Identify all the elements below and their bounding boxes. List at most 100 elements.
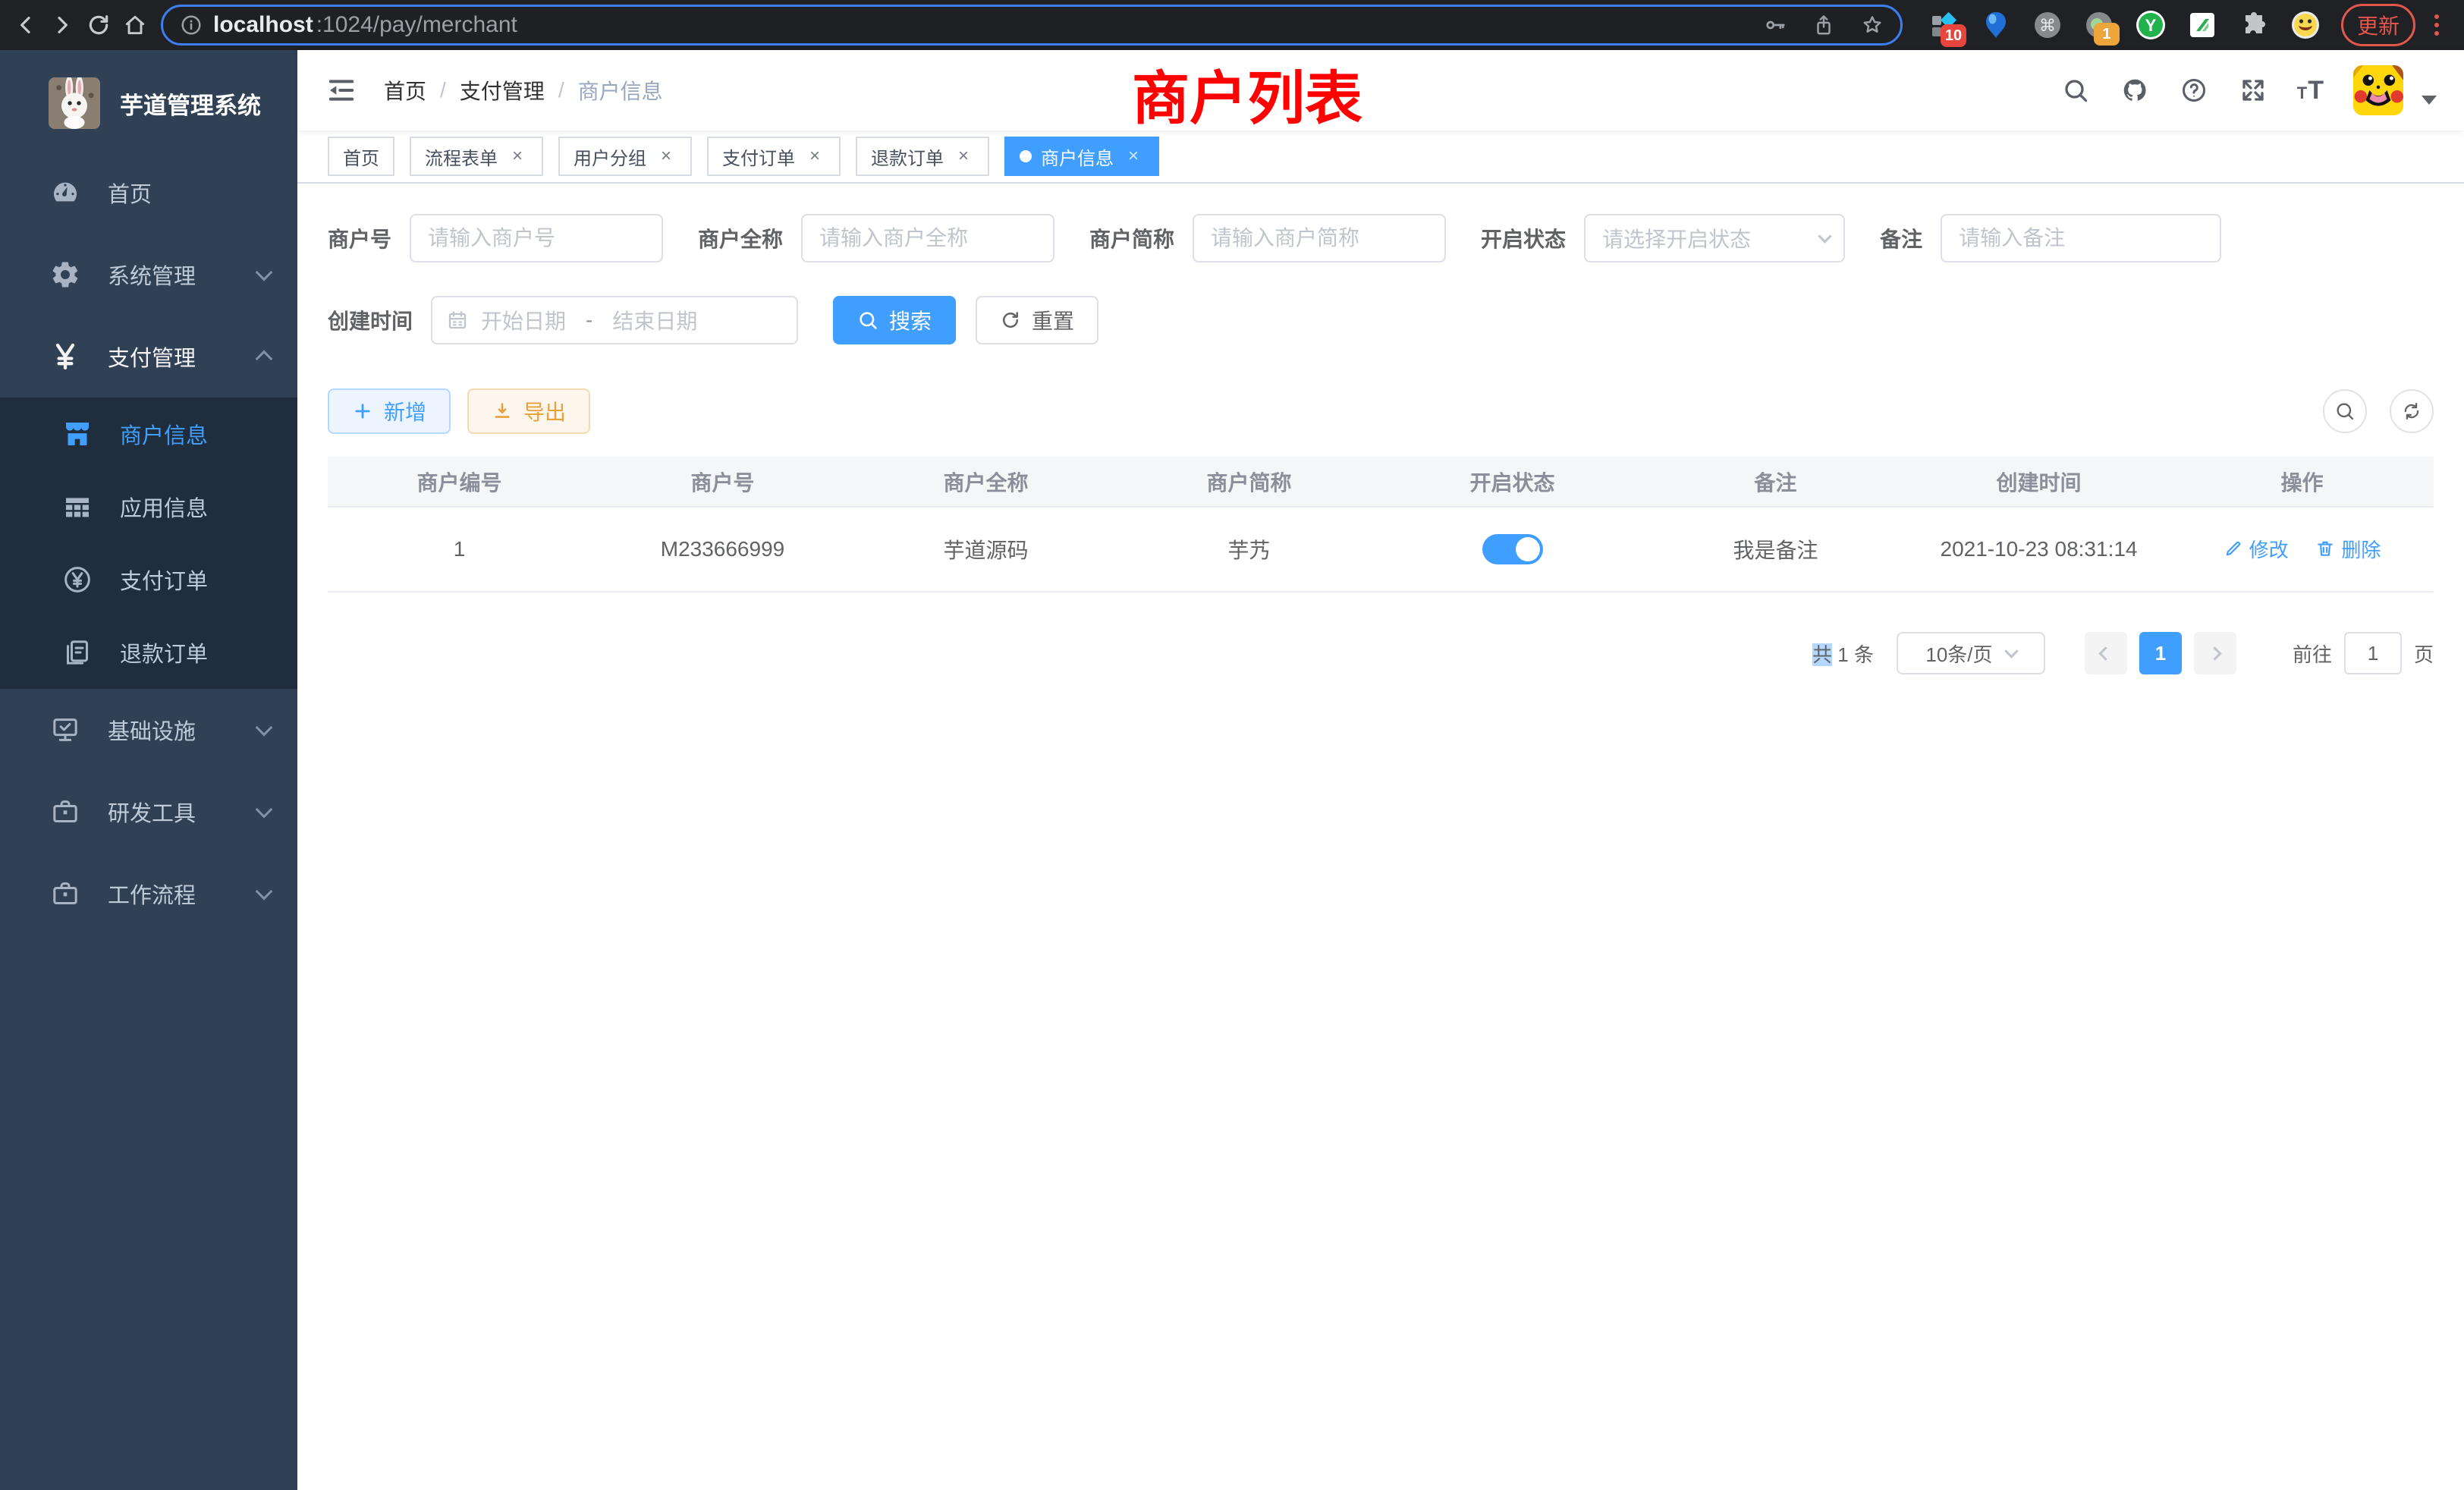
remark-input[interactable] [1941, 214, 2221, 262]
tag-user-group[interactable]: 用户分组 × [558, 137, 692, 176]
short-name-input[interactable] [1193, 214, 1446, 262]
page-1-button[interactable]: 1 [2139, 632, 2182, 674]
browser-home-button[interactable] [117, 7, 153, 43]
sidebar-item-dev-tools[interactable]: 研发工具 [0, 771, 297, 853]
page-size-select[interactable]: 10条/页 [1897, 632, 2045, 674]
close-icon[interactable]: × [804, 146, 825, 167]
start-date-placeholder[interactable]: 开始日期 [481, 305, 566, 335]
close-icon[interactable]: × [953, 146, 974, 167]
merchant-no-input[interactable] [410, 214, 663, 262]
tag-home[interactable]: 首页 [328, 137, 394, 176]
sidebar-item-refund-order[interactable]: 退款订单 [0, 616, 297, 689]
sidebar-item-payment[interactable]: 支付管理 [0, 316, 297, 398]
status-select[interactable]: 请选择开启状态 [1584, 214, 1845, 262]
sidebar-item-label: 研发工具 [108, 796, 196, 828]
extension-green-card-icon[interactable] [2186, 9, 2218, 41]
sidebar-item-workflow[interactable]: 工作流程 [0, 853, 297, 935]
address-bar[interactable]: localhost :1024/pay/merchant [161, 5, 1903, 46]
close-icon[interactable]: × [507, 146, 528, 167]
fullscreen-icon[interactable] [2238, 75, 2268, 105]
font-size-icon[interactable]: TT [2297, 76, 2324, 105]
yen-icon [49, 340, 82, 373]
edit-link[interactable]: 修改 [2224, 535, 2289, 563]
extension-y-icon[interactable]: Y [2135, 9, 2167, 41]
share-icon[interactable] [1812, 14, 1835, 36]
chrome-update-button[interactable]: 更新 [2341, 4, 2415, 46]
cell-full-name: 芋道源码 [854, 507, 1117, 592]
info-icon[interactable] [180, 14, 203, 36]
extension-command-icon[interactable]: ⌘ [2032, 9, 2063, 41]
field-label: 商户简称 [1089, 223, 1174, 253]
chevron-down-icon [256, 883, 273, 901]
extensions-puzzle-icon[interactable] [2238, 9, 2270, 41]
main-area: 商户列表 首页 / 支付管理 / 商户信息 [297, 50, 2464, 1490]
next-page-button[interactable] [2194, 632, 2236, 674]
extension-pin-icon[interactable] [1980, 9, 2012, 41]
date-range-picker[interactable]: 开始日期 - 结束日期 [431, 296, 798, 344]
sidebar-item-merchant-info[interactable]: 商户信息 [0, 398, 297, 470]
merchant-table: 商户编号 商户号 商户全称 商户简称 开启状态 备注 创建时间 操作 1 [328, 457, 2434, 593]
chevron-right-icon [2208, 646, 2222, 660]
gear-icon [49, 258, 82, 291]
reset-button[interactable]: 重置 [976, 296, 1098, 344]
close-icon[interactable]: × [655, 146, 677, 167]
sidebar-item-pay-order[interactable]: 支付订单 [0, 543, 297, 616]
tag-refund-order[interactable]: 退款订单 × [856, 137, 989, 176]
goto-page-input[interactable] [2344, 632, 2402, 674]
grid-icon [61, 490, 94, 523]
table-header-row: 商户编号 商户号 商户全称 商户简称 开启状态 备注 创建时间 操作 [328, 457, 2434, 507]
password-key-icon[interactable] [1764, 14, 1787, 36]
arrow-left-icon [14, 13, 38, 37]
breadcrumb-separator: / [558, 78, 564, 102]
search-button[interactable]: 搜索 [833, 296, 956, 344]
status-toggle[interactable] [1482, 534, 1543, 564]
cell-merchant-id: 1 [328, 507, 591, 592]
github-icon[interactable] [2120, 75, 2150, 105]
filter-merchant-no: 商户号 [328, 214, 663, 262]
bookmark-star-icon[interactable] [1861, 14, 1884, 36]
end-date-placeholder[interactable]: 结束日期 [612, 305, 697, 335]
tag-pay-order[interactable]: 支付订单 × [707, 137, 841, 176]
sidebar: 芋道管理系统 首页 系统管理 支付管理 [0, 50, 297, 1490]
breadcrumb-payment[interactable]: 支付管理 [460, 75, 545, 105]
dashboard-icon [49, 176, 82, 209]
refresh-table-button[interactable] [2390, 389, 2434, 433]
filter-status: 开启状态 请选择开启状态 [1481, 214, 1845, 262]
full-name-input[interactable] [801, 214, 1054, 262]
sidebar-item-label: 工作流程 [108, 878, 196, 910]
sidebar-item-system[interactable]: 系统管理 [0, 234, 297, 316]
tag-merchant-info[interactable]: 商户信息 × [1004, 137, 1159, 176]
navbar: 首页 / 支付管理 / 商户信息 [297, 50, 2464, 130]
header-search-icon[interactable] [2060, 75, 2091, 105]
breadcrumb-home[interactable]: 首页 [384, 75, 426, 105]
user-avatar[interactable] [2353, 65, 2403, 115]
profile-emoji-icon[interactable] [2290, 9, 2321, 41]
chevron-left-icon [2099, 646, 2113, 660]
filter-row-2: 创建时间 开始日期 - 结束日期 搜索 [328, 296, 2434, 344]
extension-recorder-icon[interactable]: 1 [2083, 9, 2115, 41]
add-button[interactable]: 新增 [328, 388, 451, 434]
sidebar-item-infra[interactable]: 基础设施 [0, 689, 297, 771]
cell-actions: 修改 删除 [2170, 507, 2434, 592]
sidebar-item-home[interactable]: 首页 [0, 152, 297, 234]
tag-process-form[interactable]: 流程表单 × [410, 137, 543, 176]
help-icon[interactable] [2179, 75, 2209, 105]
extension-boards-icon[interactable]: 10 [1928, 9, 1960, 41]
browser-reload-button[interactable] [80, 7, 117, 43]
chevron-down-icon [256, 264, 273, 281]
prev-page-button[interactable] [2085, 632, 2127, 674]
delete-link[interactable]: 删除 [2315, 535, 2381, 563]
app-logo[interactable]: 芋道管理系统 [0, 50, 297, 152]
toggle-search-button[interactable] [2323, 389, 2367, 433]
chrome-menu-button[interactable] [2423, 14, 2450, 36]
page-annotation: 商户列表 [1132, 52, 1362, 135]
col-merchant-no: 商户号 [591, 457, 854, 507]
close-icon[interactable]: × [1123, 146, 1144, 167]
sidebar-toggle-button[interactable] [325, 74, 358, 107]
sidebar-item-app-info[interactable]: 应用信息 [0, 470, 297, 543]
export-button[interactable]: 导出 [467, 388, 590, 434]
browser-back-button[interactable] [8, 7, 44, 43]
browser-forward-button[interactable] [44, 7, 80, 43]
caret-down-icon[interactable] [2422, 96, 2437, 105]
table-row: 1 M233666999 芋道源码 芋艿 我是备注 2021-10-23 08:… [328, 507, 2434, 592]
